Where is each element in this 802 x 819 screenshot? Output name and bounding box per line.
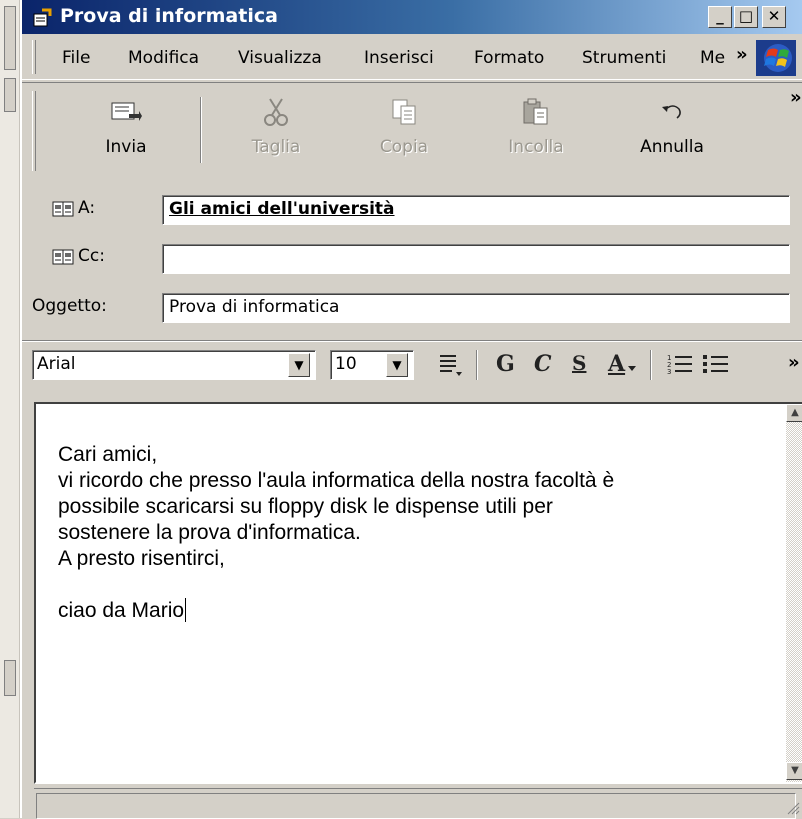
to-field[interactable]: Gli amici dell'università <box>162 195 790 225</box>
scroll-thumb <box>4 6 16 70</box>
standard-toolbar: Invia Taglia Copia Incolla Annulla » <box>22 82 802 178</box>
chevron-down-icon <box>628 366 636 371</box>
status-panel <box>36 793 796 819</box>
svg-text:3: 3 <box>667 368 671 376</box>
message-body[interactable]: Cari amici, vi ricordo che presso l'aula… <box>34 402 802 784</box>
italic-button[interactable]: C <box>534 351 552 377</box>
menu-overflow-chevron[interactable]: » <box>736 44 748 65</box>
paste-label: Incolla <box>508 137 564 157</box>
scroll-thumb <box>4 78 16 112</box>
menu-inserisci[interactable]: Inserisci <box>364 48 434 68</box>
status-bar <box>34 788 802 819</box>
text-cursor <box>185 598 187 622</box>
format-separator <box>650 350 652 380</box>
vertical-scrollbar[interactable]: ▲ ▼ <box>786 404 802 782</box>
undo-icon <box>662 105 681 119</box>
title-bar[interactable]: Prova di informatica _ □ ✕ <box>22 0 802 34</box>
menu-strumenti[interactable]: Strumenti <box>582 48 666 68</box>
format-separator <box>476 350 478 380</box>
subject-label: Oggetto: <box>32 296 107 316</box>
message-line <box>58 572 758 598</box>
message-line: A presto risentirci, <box>58 547 225 570</box>
compose-mail-icon <box>33 8 52 27</box>
window-title: Prova di informatica <box>60 5 278 27</box>
address-book-icon[interactable] <box>52 200 74 218</box>
menu-formato[interactable]: Formato <box>474 48 544 68</box>
message-line: vi ricordo che presso l'aula informatica… <box>58 469 615 492</box>
bold-button[interactable]: G <box>496 351 515 377</box>
to-recipient[interactable]: Gli amici dell'università <box>169 199 395 219</box>
font-dropdown-button[interactable]: ▼ <box>288 353 310 377</box>
cut-label: Taglia <box>251 137 301 157</box>
numbered-list-icon[interactable]: 1 2 3 <box>666 352 694 378</box>
toolbar-overflow-chevron[interactable]: » <box>790 87 802 108</box>
scissors-icon <box>264 98 288 126</box>
size-dropdown-button[interactable]: ▼ <box>386 353 408 377</box>
copy-button[interactable]: Copia <box>344 91 464 171</box>
message-text[interactable]: Cari amici, vi ricordo che presso l'aula… <box>58 442 758 624</box>
undo-button[interactable]: Annulla <box>612 91 732 171</box>
bulleted-list-icon[interactable] <box>702 352 730 378</box>
size-value: 10 <box>335 354 357 374</box>
send-icon <box>111 102 142 121</box>
underline-button[interactable]: S <box>572 351 586 375</box>
toolbar-separator <box>200 97 202 163</box>
minimize-button[interactable]: _ <box>708 6 732 28</box>
compose-window: Prova di informatica _ □ ✕ File Modifica… <box>20 0 802 819</box>
format-toolbar-divider <box>22 340 802 342</box>
maximize-button[interactable]: □ <box>734 6 758 28</box>
format-overflow-chevron[interactable]: » <box>788 352 800 373</box>
paragraph-style-icon[interactable] <box>436 352 464 378</box>
paste-icon <box>523 98 548 125</box>
message-line-last: ciao da Mario <box>58 598 758 624</box>
message-line: Cari amici, <box>58 443 158 466</box>
resize-grip-icon[interactable] <box>786 801 800 815</box>
scroll-up-button[interactable]: ▲ <box>786 404 802 422</box>
message-line: sostenere la prova d'informatica. <box>58 521 361 544</box>
menu-bar: File Modifica Visualizza Inserisci Forma… <box>22 36 802 80</box>
address-book-icon[interactable] <box>52 248 74 266</box>
paste-button[interactable]: Incolla <box>476 91 596 171</box>
font-value: Arial <box>37 354 76 374</box>
copy-label: Copia <box>379 137 429 157</box>
cut-button[interactable]: Taglia <box>216 91 336 171</box>
send-label: Invia <box>105 137 147 157</box>
menu-messaggio[interactable]: Me <box>700 48 730 68</box>
message-line: possibile scaricarsi su floppy disk le d… <box>58 495 553 518</box>
close-button[interactable]: ✕ <box>762 6 786 28</box>
menu-file[interactable]: File <box>62 48 90 68</box>
menu-modifica[interactable]: Modifica <box>128 48 199 68</box>
to-label: A: <box>78 198 96 218</box>
desktop-edge <box>0 0 20 818</box>
cc-label: Cc: <box>78 246 105 266</box>
copy-icon <box>392 99 416 125</box>
subject-field[interactable]: Prova di informatica <box>162 293 790 323</box>
toolbar-grip[interactable] <box>32 91 36 171</box>
undo-label: Annulla <box>640 137 704 157</box>
scroll-thumb <box>4 660 16 696</box>
signature-text: ciao da Mario <box>58 599 185 622</box>
font-color-button[interactable]: A <box>608 351 625 377</box>
menu-grip[interactable] <box>32 40 36 74</box>
menu-visualizza[interactable]: Visualizza <box>238 48 322 68</box>
scroll-down-button[interactable]: ▼ <box>786 762 802 780</box>
windows-logo-icon <box>756 40 796 76</box>
send-button[interactable]: Invia <box>66 91 186 171</box>
cc-field[interactable] <box>162 244 790 274</box>
font-select[interactable]: Arial <box>32 350 316 380</box>
